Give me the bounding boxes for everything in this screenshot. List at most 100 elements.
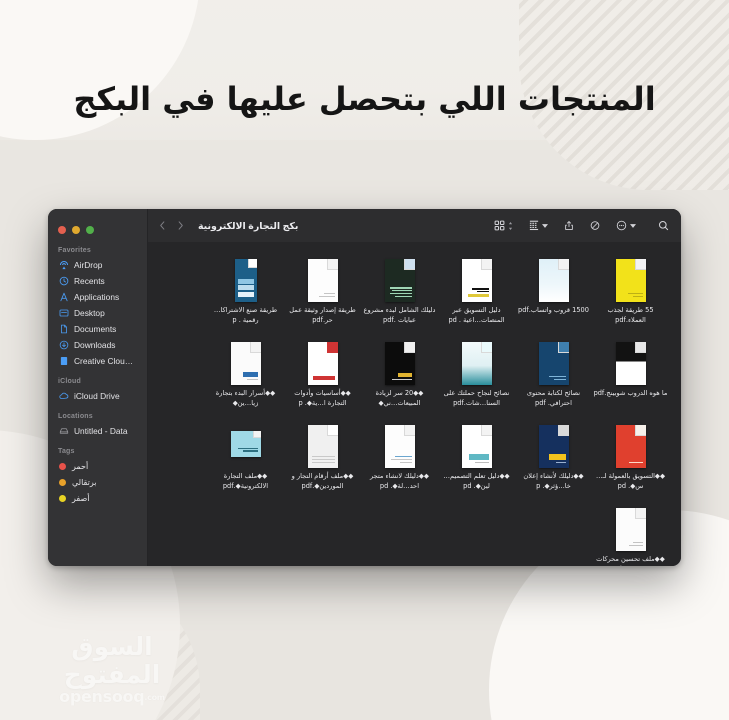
file-name: ◆◆ملف أرقام التجار و الموردين◆.pdf — [291, 472, 354, 490]
file-item[interactable]: ◆◆ملف أرقام التجار و الموردين◆.pdf — [284, 416, 361, 499]
back-button[interactable] — [158, 221, 167, 230]
file-item[interactable]: ◆◆دليلك لانشاء متجر احد…لة◆. pd — [361, 416, 438, 499]
file-thumbnail — [230, 336, 261, 385]
creative-cloud-icon — [58, 356, 69, 367]
file-name: نصائح لنجاح حملتك على السنا…شات.pdf — [443, 389, 510, 407]
sidebar-item-creative-cloud[interactable]: Creative Clou… — [48, 353, 147, 369]
drive-icon — [58, 426, 69, 437]
file-item[interactable]: طريقة إصدار وثيقة عمل حر.pdf — [284, 250, 361, 333]
close-button[interactable] — [58, 226, 66, 234]
sidebar-item-documents[interactable]: Documents — [48, 321, 147, 337]
share-button[interactable] — [564, 220, 574, 231]
file-name: ◆◆20 سر لزيادة المبيعات…ني◆ — [375, 389, 424, 407]
file-item[interactable]: ما هوه الدروب شوبينج.pdf — [592, 333, 669, 416]
sidebar-item-airdrop[interactable]: AirDrop — [48, 257, 147, 273]
search-button[interactable] — [658, 220, 669, 231]
page-title: المنتجات اللي بتحصل عليها في البكج — [73, 80, 656, 118]
sidebar-tag-label: أصفر — [72, 493, 90, 503]
file-item[interactable]: دليلك الشامل لبدء مشروع عبايات .pdf — [361, 250, 438, 333]
chevron-down-icon — [542, 223, 548, 228]
sidebar-item-recents[interactable]: Recents — [48, 273, 147, 289]
search-icon — [658, 220, 669, 231]
tag-button[interactable] — [590, 220, 600, 231]
finder-toolbar: بكج التجارة الالكترونية — [148, 209, 681, 242]
group-by-button[interactable] — [529, 220, 548, 231]
file-name: طريقة إصدار وثيقة عمل حر.pdf — [289, 306, 356, 324]
tag-icon — [590, 220, 600, 231]
maximize-button[interactable] — [86, 226, 94, 234]
sidebar-item-untitled-data[interactable]: Untitled - Data — [48, 423, 147, 439]
airdrop-icon — [58, 260, 69, 271]
sidebar-section-icloud-title: iCloud — [58, 378, 81, 385]
sidebar-item-icloud-drive[interactable]: iCloud Drive — [48, 388, 147, 404]
sidebar-item-label: iCloud Drive — [74, 391, 120, 401]
sidebar-item-desktop[interactable]: Desktop — [48, 305, 147, 321]
sidebar-item-applications[interactable]: Applications — [48, 289, 147, 305]
file-item[interactable]: دليل التسويق عبر المنصات…اعية . pd — [438, 250, 515, 333]
file-name: ◆◆دليل تعلم التصميم…لين◆. pd — [443, 472, 510, 490]
tag-color-swatch — [59, 494, 66, 502]
finder-main-pane: بكج التجارة الالكترونية 55 طريقة لجذب ال… — [148, 209, 681, 566]
file-thumbnail — [538, 419, 569, 468]
chevron-updown-icon — [508, 221, 513, 230]
file-item[interactable]: 55 طريقة لجذب العملاء.pdf — [592, 250, 669, 333]
navigation-arrows — [158, 221, 185, 230]
sidebar-section-locations-title: Locations — [58, 413, 93, 420]
file-thumbnail — [461, 253, 492, 302]
file-name: طريقة صنع الاشتراكا…رقمية . p — [213, 306, 278, 324]
file-name: ◆◆دليلك لأنشاء إعلان خا…ؤثر◆. p — [523, 472, 584, 490]
minimize-button[interactable] — [72, 226, 80, 234]
file-item[interactable]: ◆◆التسويق بالعمولة لـ…س◆. pd — [592, 416, 669, 499]
sidebar-item-label: Downloads — [74, 340, 116, 350]
file-item[interactable]: ◆◆أسرار البدء بتجارة زيا…ين◆ — [207, 333, 284, 416]
file-thumbnail — [307, 336, 338, 385]
file-item[interactable]: ◆◆دليلك لأنشاء إعلان خا…ؤثر◆. p — [515, 416, 592, 499]
file-name: ◆◆ملف تحسين محركات البحث◆. pd — [596, 555, 665, 566]
watermark-arabic: السوق المفتوح — [63, 632, 161, 689]
share-icon — [564, 220, 574, 231]
finder-window: Favorites AirDrop Recents Applications D… — [48, 209, 681, 566]
file-item[interactable]: نصائح لنجاح حملتك على السنا…شات.pdf — [438, 333, 515, 416]
window-traffic-lights — [48, 217, 147, 239]
window-title: بكج التجارة الالكترونية — [198, 219, 299, 231]
file-thumbnail — [615, 336, 646, 385]
file-name: ◆◆ملف التجارة الالكترونية◆.pdf — [222, 472, 269, 490]
file-item[interactable]: نصائح لكتابة محتوى احترافي. pdf — [515, 333, 592, 416]
more-actions-button[interactable] — [616, 220, 636, 231]
finder-sidebar: Favorites AirDrop Recents Applications D… — [48, 209, 148, 566]
sidebar-tag-red[interactable]: أحمر — [48, 458, 147, 474]
sidebar-item-label: Documents — [74, 324, 117, 334]
file-item[interactable]: ◆◆دليل تعلم التصميم…لين◆. pd — [438, 416, 515, 499]
file-item[interactable]: ◆◆ملف التجارة الالكترونية◆.pdf — [207, 416, 284, 499]
sidebar-item-label: Recents — [74, 276, 105, 286]
download-icon — [58, 340, 69, 351]
file-thumbnail — [307, 253, 338, 302]
sidebar-item-label: AirDrop — [74, 260, 103, 270]
file-name: نصائح لكتابة محتوى احترافي. pdf — [526, 389, 581, 407]
file-thumbnail — [615, 253, 646, 302]
chevron-down-icon — [630, 223, 636, 228]
file-name: 55 طريقة لجذب العملاء.pdf — [607, 306, 654, 324]
view-options-button[interactable] — [494, 220, 513, 231]
file-thumbnail — [384, 253, 415, 302]
cloud-icon — [58, 391, 69, 402]
file-thumbnail — [384, 419, 415, 468]
file-thumbnail — [384, 336, 415, 385]
sidebar-tag-label: برتقالي — [72, 477, 97, 487]
file-item[interactable]: ◆◆أساسيات وأدوات التجارة ا…ية◆. p — [284, 333, 361, 416]
file-item[interactable]: ◆◆ملف تحسين محركات البحث◆. pd — [592, 499, 669, 566]
sidebar-tag-yellow[interactable]: أصفر — [48, 490, 147, 506]
forward-button[interactable] — [176, 221, 185, 230]
watermark-latin: opensooq.com — [22, 687, 202, 706]
sidebar-item-downloads[interactable]: Downloads — [48, 337, 147, 353]
watermark: السوق المفتوح opensooq.com — [22, 633, 202, 706]
file-item[interactable]: 1500 قروب واتساب.pdf — [515, 250, 592, 333]
file-thumbnail — [615, 419, 646, 468]
sidebar-item-label: Creative Clou… — [74, 356, 134, 366]
sidebar-item-label: Applications — [74, 292, 120, 302]
file-item[interactable]: ◆◆20 سر لزيادة المبيعات…ني◆ — [361, 333, 438, 416]
file-name: ◆◆أسرار البدء بتجارة زيا…ين◆ — [215, 389, 276, 407]
sidebar-tag-orange[interactable]: برتقالي — [48, 474, 147, 490]
file-item[interactable]: طريقة صنع الاشتراكا…رقمية . p — [207, 250, 284, 333]
group-list-icon — [529, 220, 539, 231]
